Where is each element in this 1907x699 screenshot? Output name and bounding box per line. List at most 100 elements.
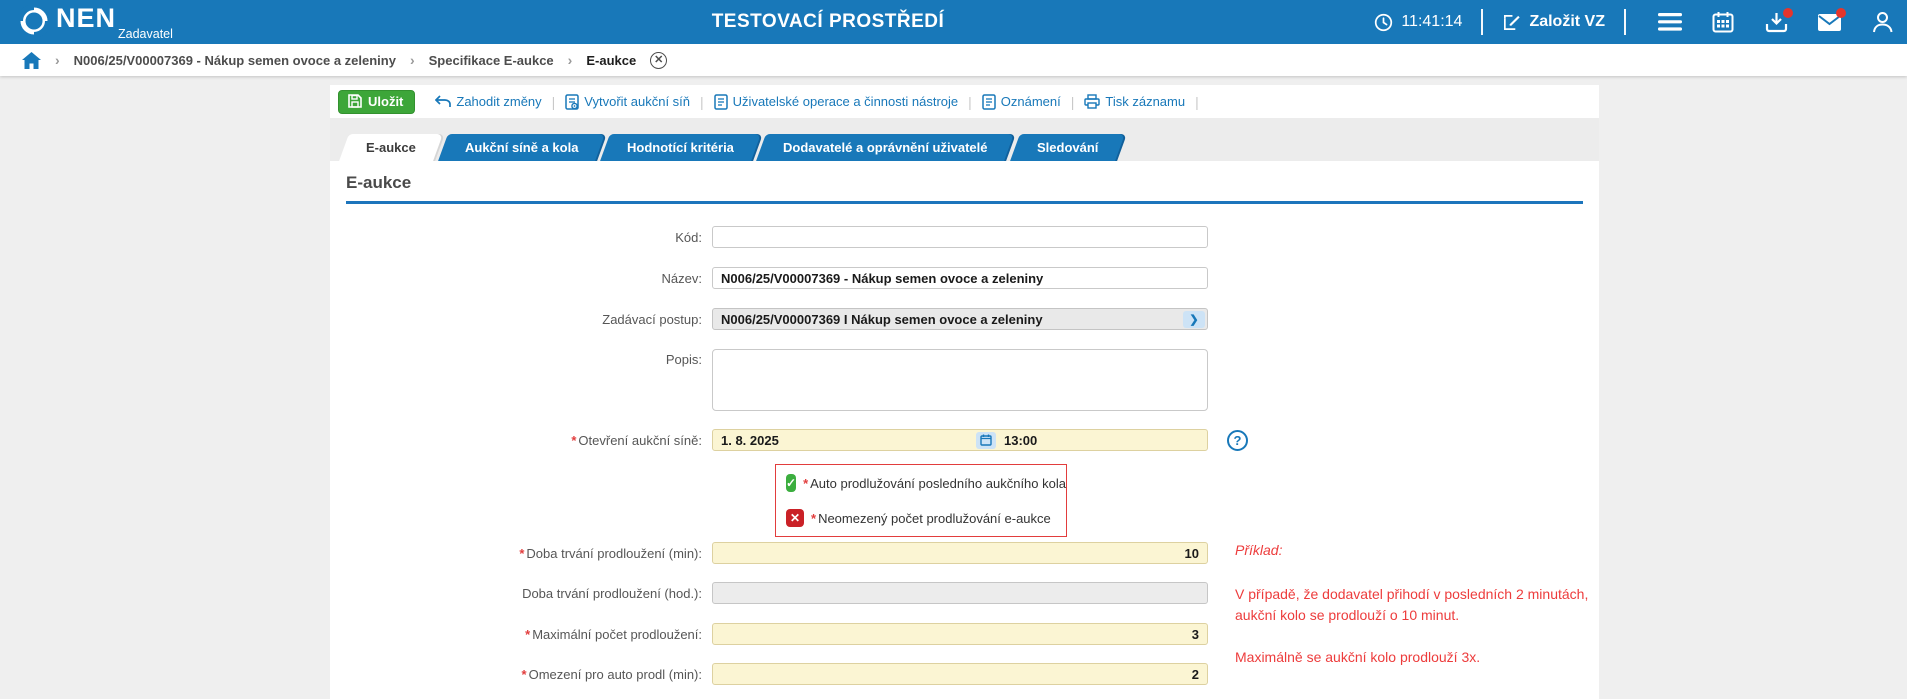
- breadcrumb-separator: ›: [410, 52, 415, 68]
- save-button[interactable]: Uložit: [338, 90, 415, 114]
- max-pocet-input[interactable]: [712, 623, 1208, 645]
- close-record-icon[interactable]: ✕: [650, 52, 667, 69]
- kod-label: Kód:: [330, 230, 712, 245]
- nazev-label: Název:: [330, 271, 712, 286]
- checkbox-row-auto-prodluzovani: ✓ *Auto prodlužování posledního aukčního…: [786, 474, 1056, 492]
- open-reference-button[interactable]: ❯: [1183, 311, 1205, 328]
- chevron-right-icon: ❯: [1189, 313, 1198, 326]
- document-gear-icon: [565, 94, 579, 110]
- print-record-button[interactable]: Tisk záznamu: [1084, 94, 1185, 109]
- doba-hod-label: Doba trvání prodloužení (hod.):: [330, 586, 712, 601]
- user-operations-button[interactable]: Uživatelské operace a činnosti nástroje: [714, 94, 958, 110]
- toolbar-separator: |: [552, 94, 556, 110]
- doba-min-input[interactable]: [712, 542, 1208, 564]
- example-note-line2: Maximálně se aukční kolo prodlouží 3x.: [1235, 647, 1595, 667]
- app-header: NEN Zadavatel TESTOVACÍ PROSTŘEDÍ 11:41:…: [0, 0, 1907, 44]
- brand-role: Zadavatel: [118, 27, 173, 41]
- toolbar-separator: |: [968, 94, 972, 110]
- messages-button[interactable]: [1814, 7, 1844, 37]
- zadavaci-postup-label: Zadávací postup:: [330, 312, 712, 327]
- server-time: 11:41:14: [1374, 13, 1462, 32]
- printer-icon: [1084, 94, 1100, 109]
- save-icon: [348, 94, 362, 108]
- checkbox-checked-icon[interactable]: ✓: [786, 474, 796, 492]
- section-underline: [346, 201, 1583, 204]
- example-note-heading: Příklad:: [1235, 540, 1595, 560]
- discard-changes-button[interactable]: Zahodit změny: [435, 94, 541, 109]
- document-icon: [982, 94, 996, 110]
- form-row-doba-min: *Doba trvání prodloužení (min):: [330, 542, 1230, 564]
- create-auction-hall-button[interactable]: Vytvořit aukční síň: [565, 94, 690, 110]
- auto-prodluzovani-label: *Auto prodlužování posledního aukčního k…: [803, 476, 1066, 491]
- form-row-max-pocet: *Maximální počet prodloužení:: [330, 623, 1230, 645]
- breadcrumb: › N006/25/V00007369 - Nákup semen ovoce …: [0, 44, 1907, 76]
- messages-badge: [1836, 8, 1846, 18]
- help-icon[interactable]: ?: [1227, 430, 1248, 451]
- header-divider: [1624, 9, 1626, 35]
- hamburger-icon: [1658, 13, 1682, 31]
- document-icon: [714, 94, 728, 110]
- downloads-button[interactable]: [1761, 7, 1791, 37]
- checkbox-row-neomezeny-pocet: ✕ *Neomezený počet prodlužování e-aukce: [786, 509, 1056, 527]
- nen-logo[interactable]: NEN Zadavatel: [18, 3, 116, 37]
- form-row-otevreni: *Otevření aukční síně: 1. 8. 2025 13:00 …: [330, 429, 1230, 451]
- auto-extension-group: ✓ *Auto prodlužování posledního aukčního…: [775, 464, 1067, 537]
- nen-swirl-icon: [18, 5, 50, 37]
- create-vz-label: Založit VZ: [1529, 13, 1605, 31]
- toolbar-separator: |: [1071, 94, 1075, 110]
- tab-e-aukce[interactable]: E-aukce: [339, 134, 443, 161]
- date-picker-button[interactable]: [976, 432, 996, 449]
- user-profile-button[interactable]: [1867, 7, 1897, 37]
- user-icon: [1872, 11, 1893, 33]
- save-label: Uložit: [368, 94, 403, 109]
- breadcrumb-item-specification[interactable]: Specifikace E-aukce: [429, 53, 554, 68]
- doba-min-label: *Doba trvání prodloužení (min):: [330, 546, 712, 561]
- breadcrumb-separator: ›: [55, 52, 60, 68]
- auction-open-date[interactable]: 1. 8. 2025: [721, 433, 976, 448]
- record-panel: Uložit Zahodit změny | Vytvořit aukční s…: [330, 85, 1599, 699]
- brand-name: NEN: [56, 3, 116, 33]
- example-note-line1: V případě, že dodavatel přihodí v posled…: [1235, 584, 1595, 625]
- undo-icon: [435, 95, 451, 108]
- nazev-input[interactable]: [712, 267, 1208, 289]
- tab-sledovani[interactable]: Sledování: [1010, 134, 1125, 161]
- clock-icon: [1374, 13, 1393, 32]
- toolbar-separator: |: [1195, 94, 1199, 110]
- auction-open-time[interactable]: 13:00: [1004, 433, 1037, 448]
- header-divider: [1481, 9, 1483, 35]
- otevreni-label: *Otevření aukční síně:: [330, 433, 712, 448]
- neomezeny-pocet-label: *Neomezený počet prodlužování e-aukce: [811, 511, 1051, 526]
- popis-label: Popis:: [330, 349, 712, 367]
- environment-title: TESTOVACÍ PROSTŘEDÍ: [712, 0, 945, 44]
- tab-hodnotici-kriteria[interactable]: Hodnotící kritéria: [600, 134, 761, 161]
- max-pocet-label: *Maximální počet prodloužení:: [330, 627, 712, 642]
- tab-dodavatele-a-opravneni-uzivatele[interactable]: Dodavatelé a oprávnění uživatelé: [756, 134, 1014, 161]
- breadcrumb-separator: ›: [568, 52, 573, 68]
- breadcrumb-item-current: E-aukce: [586, 53, 636, 68]
- popis-textarea[interactable]: [712, 349, 1208, 411]
- tab-aukcni-sine-a-kola[interactable]: Aukční síně a kola: [438, 134, 605, 161]
- kod-input[interactable]: [712, 226, 1208, 248]
- form-row-doba-hod: Doba trvání prodloužení (hod.):: [330, 582, 1230, 604]
- breadcrumb-item-procedure[interactable]: N006/25/V00007369 - Nákup semen ovoce a …: [74, 53, 396, 68]
- section-title: E-aukce: [346, 173, 411, 193]
- form-row-nazev: Název:: [330, 267, 1230, 289]
- checkbox-unchecked-icon[interactable]: ✕: [786, 509, 804, 527]
- notifications-button[interactable]: Oznámení: [982, 94, 1061, 110]
- form-row-zadavaci-postup: Zadávací postup: N006/25/V00007369 I Nák…: [330, 308, 1230, 330]
- zadavaci-postup-value: N006/25/V00007369 I Nákup semen ovoce a …: [721, 312, 1183, 327]
- tab-strip: E-aukce Aukční síně a kola Hodnotící kri…: [330, 118, 1599, 161]
- calendar-button[interactable]: [1708, 7, 1738, 37]
- toolbar-separator: |: [700, 94, 704, 110]
- form-row-omezeni: *Omezení pro auto prodl (min):: [330, 663, 1230, 685]
- omezeni-input[interactable]: [712, 663, 1208, 685]
- form-row-popis: Popis:: [330, 349, 1230, 416]
- form-row-kod: Kód:: [330, 226, 1230, 248]
- create-vz-button[interactable]: Založit VZ: [1502, 13, 1605, 32]
- home-icon[interactable]: [22, 52, 41, 69]
- auction-open-field: 1. 8. 2025 13:00: [712, 429, 1208, 451]
- example-note: Příklad: V případě, že dodavatel přihodí…: [1235, 540, 1595, 667]
- menu-button[interactable]: [1655, 7, 1685, 37]
- doba-hod-input: [712, 582, 1208, 604]
- server-time-value: 11:41:14: [1401, 13, 1462, 31]
